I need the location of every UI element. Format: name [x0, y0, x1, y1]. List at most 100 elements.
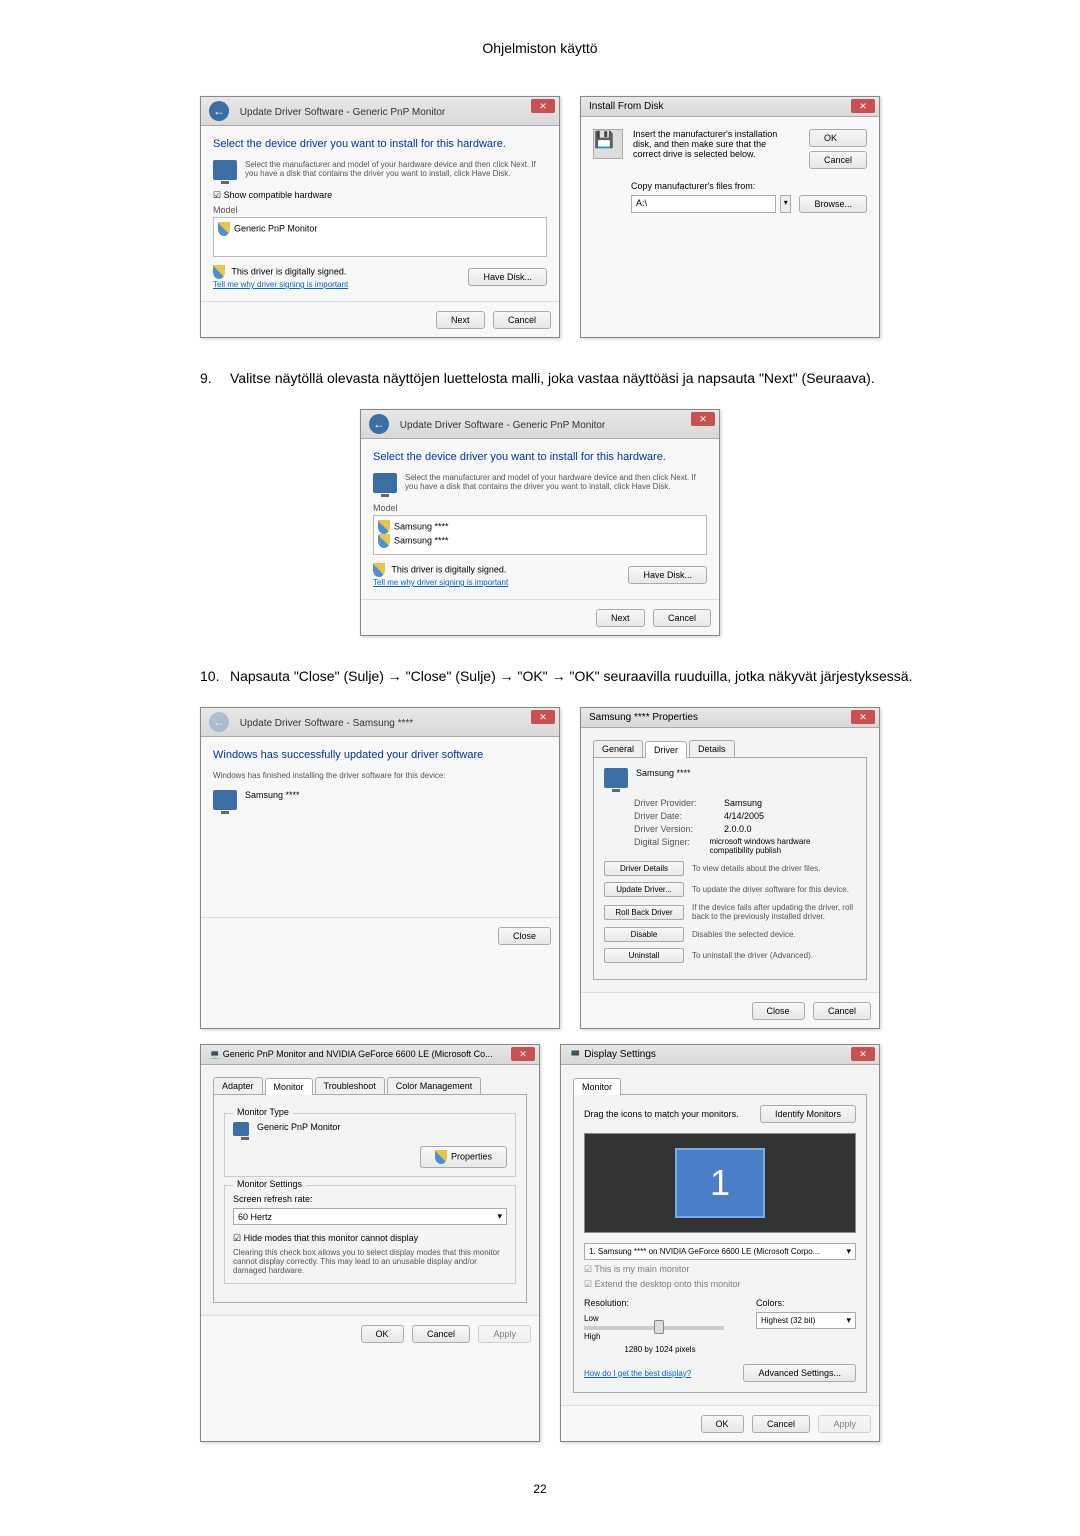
- model-item[interactable]: Samsung ****: [378, 520, 702, 534]
- back-arrow-icon: ←: [209, 712, 229, 732]
- tab-monitor[interactable]: Monitor: [265, 1078, 313, 1095]
- close-button[interactable]: Close: [498, 927, 551, 945]
- signed-text: This driver is digitally signed.: [231, 266, 346, 276]
- dropdown-arrow-icon[interactable]: ▾: [780, 195, 792, 213]
- path-input[interactable]: A:\: [631, 195, 776, 213]
- update-driver-button[interactable]: Update Driver...: [604, 882, 684, 897]
- tab-troubleshoot[interactable]: Troubleshoot: [315, 1077, 385, 1094]
- monitor-icon: [213, 790, 237, 810]
- dialog-title: Generic PnP Monitor and NVIDIA GeForce 6…: [223, 1049, 493, 1059]
- monitor-layout[interactable]: 1: [584, 1133, 856, 1233]
- tab-details[interactable]: Details: [689, 740, 735, 757]
- monitor-properties-dialog: 💻 Generic PnP Monitor and NVIDIA GeForce…: [200, 1044, 540, 1442]
- back-arrow-icon[interactable]: ←: [209, 101, 229, 121]
- cancel-button[interactable]: Cancel: [752, 1415, 810, 1433]
- tab-driver[interactable]: Driver: [645, 741, 687, 758]
- provider-value: Samsung: [724, 798, 762, 808]
- help-link[interactable]: How do I get the best display?: [584, 1369, 691, 1378]
- show-compat-checkbox[interactable]: ☑ Show compatible hardware: [213, 190, 547, 201]
- monitor-icon: [213, 160, 237, 180]
- close-icon[interactable]: ✕: [691, 412, 715, 426]
- chevron-down-icon: ▾: [846, 1315, 851, 1326]
- signing-link[interactable]: Tell me why driver signing is important: [373, 578, 508, 587]
- close-icon[interactable]: ✕: [851, 1047, 875, 1061]
- cancel-button[interactable]: Cancel: [653, 609, 711, 627]
- hide-modes-text: Clearing this check box allows you to se…: [233, 1248, 507, 1275]
- close-icon[interactable]: ✕: [851, 710, 875, 724]
- ok-button[interactable]: OK: [361, 1325, 404, 1343]
- disable-desc: Disables the selected device.: [692, 930, 796, 939]
- screenshots-row-3: ← Update Driver Software - Samsung **** …: [60, 707, 1020, 1029]
- dialog-title: Update Driver Software - Generic PnP Mon…: [400, 420, 605, 431]
- chevron-down-icon: ▾: [497, 1211, 502, 1222]
- details-desc: To view details about the driver files.: [692, 864, 821, 873]
- apply-button[interactable]: Apply: [818, 1415, 871, 1433]
- monitor-select[interactable]: 1. Samsung **** on NVIDIA GeForce 6600 L…: [584, 1243, 856, 1260]
- disable-button[interactable]: Disable: [604, 927, 684, 942]
- advanced-settings-button[interactable]: Advanced Settings...: [743, 1364, 856, 1382]
- cancel-button[interactable]: Cancel: [809, 151, 867, 169]
- model-item[interactable]: Samsung ****: [378, 534, 702, 548]
- shield-icon: [213, 265, 225, 279]
- ok-button[interactable]: OK: [809, 129, 867, 147]
- high-label: High: [584, 1332, 600, 1341]
- monitor-1-icon[interactable]: 1: [675, 1148, 765, 1218]
- tab-color-mgmt[interactable]: Color Management: [387, 1077, 482, 1094]
- monitor-type-value: Generic PnP Monitor: [257, 1122, 340, 1132]
- identify-monitors-button[interactable]: Identify Monitors: [760, 1105, 856, 1123]
- model-list[interactable]: Generic PnP Monitor: [213, 217, 547, 257]
- close-icon[interactable]: ✕: [531, 99, 555, 113]
- shield-icon: [218, 222, 230, 236]
- version-label: Driver Version:: [634, 824, 724, 834]
- signer-label: Digital Signer:: [634, 837, 709, 855]
- page-number: 22: [60, 1482, 1020, 1496]
- device-name: Samsung ****: [636, 768, 691, 778]
- uninstall-button[interactable]: Uninstall: [604, 948, 684, 963]
- hide-modes-checkbox[interactable]: ☑ Hide modes that this monitor cannot di…: [233, 1233, 507, 1244]
- disk-instruction-text: Insert the manufacturer's installation d…: [633, 129, 795, 169]
- screenshots-row-2: ← Update Driver Software - Generic PnP M…: [60, 409, 1020, 636]
- apply-button[interactable]: Apply: [478, 1325, 531, 1343]
- next-button[interactable]: Next: [436, 311, 485, 329]
- ok-button[interactable]: OK: [701, 1415, 744, 1433]
- properties-button[interactable]: Properties: [420, 1146, 507, 1168]
- tab-monitor[interactable]: Monitor: [573, 1078, 621, 1095]
- instruction-9: 9. Valitse näytöllä olevasta näyttöjen l…: [200, 368, 940, 389]
- next-button[interactable]: Next: [596, 609, 645, 627]
- date-label: Driver Date:: [634, 811, 724, 821]
- dialog-title: Display Settings: [584, 1049, 656, 1060]
- success-heading: Windows has successfully updated your dr…: [213, 749, 547, 761]
- cancel-button[interactable]: Cancel: [813, 1002, 871, 1020]
- colors-select[interactable]: Highest (32 bit)▾: [756, 1312, 856, 1329]
- signing-link[interactable]: Tell me why driver signing is important: [213, 280, 348, 289]
- close-icon[interactable]: ✕: [531, 710, 555, 724]
- model-item[interactable]: Generic PnP Monitor: [218, 222, 542, 236]
- step-text: Napsauta "Close" (Sulje) → "Close" (Sulj…: [230, 666, 940, 687]
- cancel-button[interactable]: Cancel: [412, 1325, 470, 1343]
- have-disk-button[interactable]: Have Disk...: [628, 566, 707, 584]
- resolution-slider[interactable]: [584, 1326, 724, 1330]
- provider-label: Driver Provider:: [634, 798, 724, 808]
- close-icon[interactable]: ✕: [851, 99, 875, 113]
- close-button[interactable]: Close: [752, 1002, 805, 1020]
- have-disk-button[interactable]: Have Disk...: [468, 268, 547, 286]
- refresh-rate-select[interactable]: 60 Hertz▾: [233, 1208, 507, 1225]
- model-list[interactable]: Samsung **** Samsung ****: [373, 515, 707, 555]
- back-arrow-icon[interactable]: ←: [369, 414, 389, 434]
- cancel-button[interactable]: Cancel: [493, 311, 551, 329]
- dialog-title: Samsung **** Properties: [589, 712, 698, 723]
- dialog-titlebar: Install From Disk ✕: [581, 97, 879, 117]
- slider-thumb[interactable]: [654, 1320, 664, 1334]
- close-icon[interactable]: ✕: [511, 1047, 535, 1061]
- update-desc: To update the driver software for this d…: [692, 885, 849, 894]
- browse-button[interactable]: Browse...: [799, 195, 867, 213]
- rollback-button[interactable]: Roll Back Driver: [604, 905, 684, 920]
- update-driver-dialog: ← Update Driver Software - Generic PnP M…: [200, 96, 560, 338]
- colors-label: Colors:: [756, 1298, 856, 1308]
- monitor-icon: [373, 473, 397, 493]
- tab-adapter[interactable]: Adapter: [213, 1077, 263, 1094]
- tab-general[interactable]: General: [593, 740, 643, 757]
- driver-details-button[interactable]: Driver Details: [604, 861, 684, 876]
- dialog-titlebar: ← Update Driver Software - Generic PnP M…: [361, 410, 719, 439]
- date-value: 4/14/2005: [724, 811, 764, 821]
